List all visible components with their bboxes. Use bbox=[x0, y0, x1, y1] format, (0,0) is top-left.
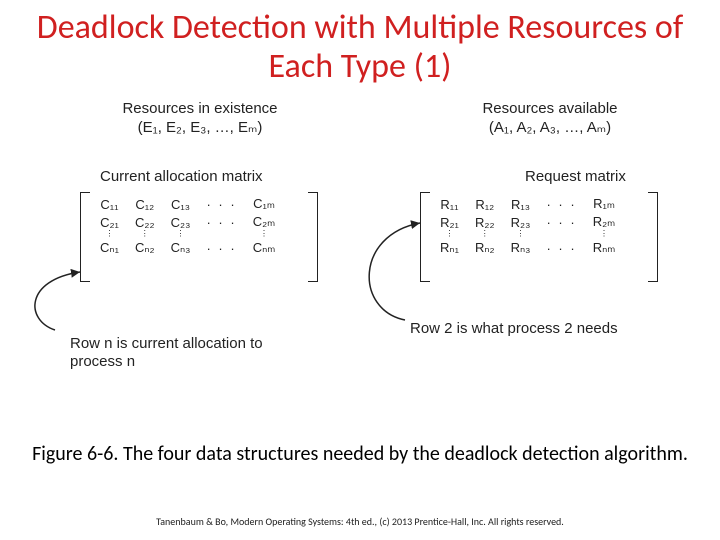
matrix-row: Cₙ₁ Cₙ₂ Cₙ₃ · · · Cₙₘ bbox=[92, 239, 283, 257]
matrix-cell: ⋮ bbox=[92, 231, 127, 239]
matrix-row: R₂₁ R₂₂ R₂₃ · · · R₂ₘ bbox=[432, 213, 623, 231]
figure-caption: Figure 6-6. The four data structures nee… bbox=[0, 442, 720, 467]
existence-label: Resources in existence bbox=[70, 100, 330, 119]
matrix-cell: Rₙₘ bbox=[585, 239, 624, 257]
right-bracket-close bbox=[648, 192, 658, 282]
matrix-cell: · · · bbox=[198, 213, 244, 231]
matrix-cell: ⋮ bbox=[245, 231, 284, 239]
matrix-cell: · · · bbox=[538, 195, 584, 213]
matrix-cell: Rₙ₂ bbox=[467, 239, 503, 257]
figure-area: Resources in existence (E₁, E₂, E₃, …, E… bbox=[20, 100, 700, 420]
matrix-cell: R₁ₘ bbox=[585, 195, 624, 213]
existence-vector: (E₁, E₂, E₃, …, Eₘ) bbox=[70, 119, 330, 138]
left-arrow-icon bbox=[20, 260, 100, 340]
matrix-row: ⋮ ⋮ ⋮ ⋮ bbox=[432, 231, 623, 239]
matrix-row: R₁₁ R₁₂ R₁₃ · · · R₁ₘ bbox=[432, 195, 623, 213]
matrix-cell: R₁₂ bbox=[467, 195, 503, 213]
matrix-cell: C₁₁ bbox=[92, 195, 127, 213]
matrix-cell: Cₙ₃ bbox=[163, 239, 199, 257]
matrix-cell: ⋮ bbox=[585, 231, 624, 239]
left-matrix-title: Current allocation matrix bbox=[100, 168, 263, 185]
matrix-cell: · · · bbox=[538, 213, 584, 231]
left-bracket-close bbox=[308, 192, 318, 282]
left-row-note: Row n is current allocation to process n bbox=[70, 335, 300, 371]
matrix-cell: ⋮ bbox=[467, 231, 503, 239]
existence-label-block: Resources in existence (E₁, E₂, E₃, …, E… bbox=[70, 100, 330, 138]
matrix-cell: C₁ₘ bbox=[245, 195, 284, 213]
matrix-row: Rₙ₁ Rₙ₂ Rₙ₃ · · · Rₙₘ bbox=[432, 239, 623, 257]
matrix-cell bbox=[198, 231, 244, 239]
matrix-row: ⋮ ⋮ ⋮ ⋮ bbox=[92, 231, 283, 239]
right-row-note: Row 2 is what process 2 needs bbox=[410, 320, 690, 338]
matrix-cell: ⋮ bbox=[163, 231, 199, 239]
right-arrow-icon bbox=[350, 210, 440, 330]
matrix-cell: · · · bbox=[198, 239, 244, 257]
right-matrix-title: Request matrix bbox=[525, 168, 626, 185]
request-matrix: R₁₁ R₁₂ R₁₃ · · · R₁ₘ R₂₁ R₂₂ R₂₃ · · · … bbox=[432, 195, 623, 257]
matrix-row: C₂₁ C₂₂ C₂₃ · · · C₂ₘ bbox=[92, 213, 283, 231]
matrix-cell: Cₙ₁ bbox=[92, 239, 127, 257]
matrix-cell: ⋮ bbox=[127, 231, 163, 239]
matrix-row: C₁₁ C₁₂ C₁₃ · · · C₁ₘ bbox=[92, 195, 283, 213]
matrix-cell: C₁₂ bbox=[127, 195, 163, 213]
matrix-cell: Cₙ₂ bbox=[127, 239, 163, 257]
matrix-cell: · · · bbox=[198, 195, 244, 213]
allocation-matrix: C₁₁ C₁₂ C₁₃ · · · C₁ₘ C₂₁ C₂₂ C₂₃ · · · … bbox=[92, 195, 283, 257]
matrix-cell: Cₙₘ bbox=[245, 239, 284, 257]
matrix-cell bbox=[538, 231, 584, 239]
matrix-cell: Rₙ₃ bbox=[503, 239, 539, 257]
matrix-cell: ⋮ bbox=[503, 231, 539, 239]
matrix-cell: C₁₃ bbox=[163, 195, 199, 213]
available-label-block: Resources available (A₁, A₂, A₃, …, Aₘ) bbox=[420, 100, 680, 138]
available-label: Resources available bbox=[420, 100, 680, 119]
matrix-cell: · · · bbox=[538, 239, 584, 257]
copyright-footer: Tanenbaum & Bo, Modern Operating Systems… bbox=[0, 515, 720, 528]
available-vector: (A₁, A₂, A₃, …, Aₘ) bbox=[420, 119, 680, 138]
slide-title: Deadlock Detection with Multiple Resourc… bbox=[0, 0, 720, 90]
matrix-cell: R₁₃ bbox=[503, 195, 539, 213]
